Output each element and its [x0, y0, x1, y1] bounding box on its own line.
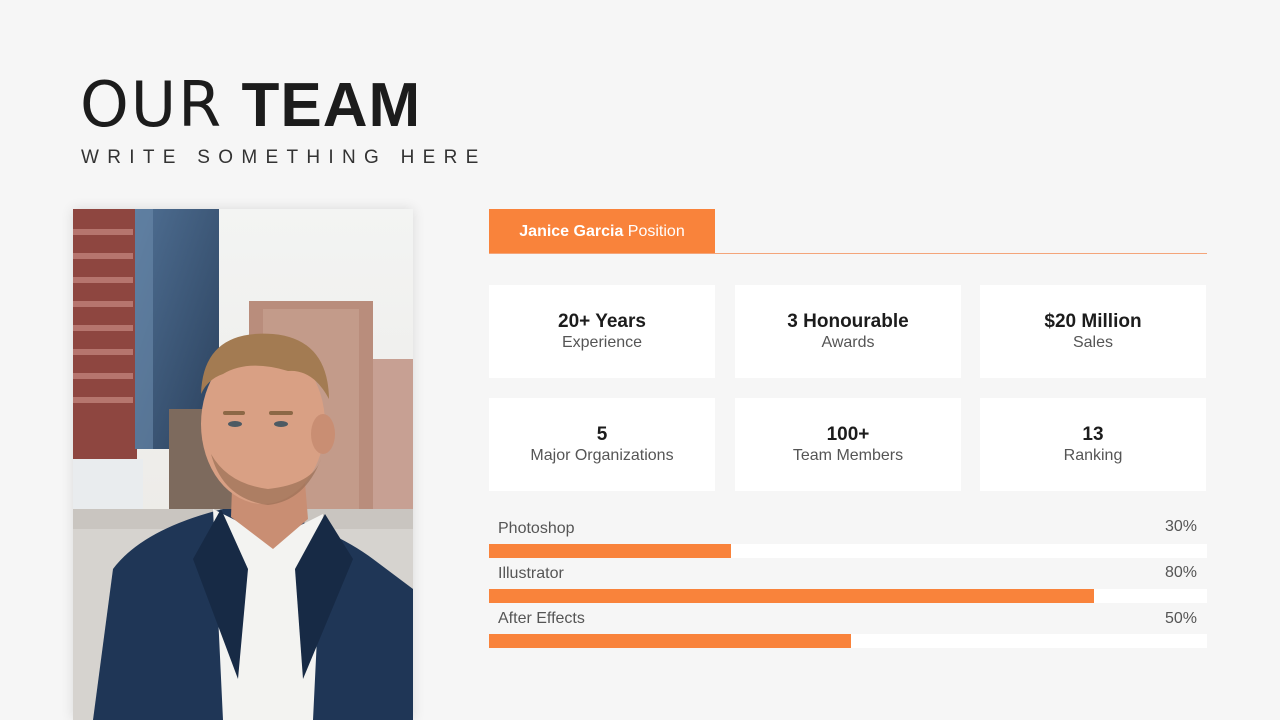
stat-label: Ranking	[1063, 447, 1123, 464]
skill-bar-track	[489, 634, 1207, 648]
skill-bar-fill	[489, 634, 851, 648]
skill-bar-fill	[489, 544, 731, 558]
member-position: Position	[627, 223, 685, 240]
skill-bar-track	[489, 589, 1207, 603]
skill-bar-track	[489, 544, 1207, 558]
stat-value: 100+	[826, 424, 870, 445]
skill-bar-fill	[489, 589, 1095, 603]
title-light: OUR	[80, 68, 224, 141]
stat-value: 3 Honourable	[787, 311, 909, 332]
stat-card: $20 Million Sales	[980, 285, 1206, 378]
stat-card: 20+ Years Experience	[489, 285, 715, 378]
skill-percent: 80%	[1164, 564, 1197, 581]
divider-line	[489, 253, 1207, 254]
member-name-tab: Janice Garcia Position	[489, 209, 715, 254]
stat-label: Experience	[561, 334, 643, 351]
title-bold: TEAM	[241, 71, 422, 140]
stat-label: Awards	[821, 334, 875, 351]
skill-percent: 30%	[1164, 518, 1197, 535]
page-title: OUR TEAM	[80, 70, 421, 141]
stat-label: Team Members	[792, 447, 904, 464]
stat-label: Major Organizations	[530, 447, 674, 464]
stat-card: 100+ Team Members	[735, 398, 961, 491]
skill-name: Illustrator	[498, 565, 564, 582]
skill-percent: 50%	[1164, 610, 1197, 627]
stat-value: 20+ Years	[558, 311, 646, 332]
skill-name: After Effects	[498, 610, 585, 627]
member-name: Janice Garcia	[519, 223, 624, 240]
stat-card: 3 Honourable Awards	[735, 285, 961, 378]
page-subtitle: WRITE SOMETHING HERE	[81, 147, 487, 168]
stat-value: 13	[1082, 424, 1104, 445]
team-member-photo	[73, 209, 413, 720]
skill-name: Photoshop	[498, 520, 575, 537]
stat-label: Sales	[1072, 334, 1114, 351]
stat-value: $20 Million	[1044, 311, 1142, 332]
stat-value: 5	[596, 424, 608, 445]
stat-card: 5 Major Organizations	[489, 398, 715, 491]
stat-card: 13 Ranking	[980, 398, 1206, 491]
